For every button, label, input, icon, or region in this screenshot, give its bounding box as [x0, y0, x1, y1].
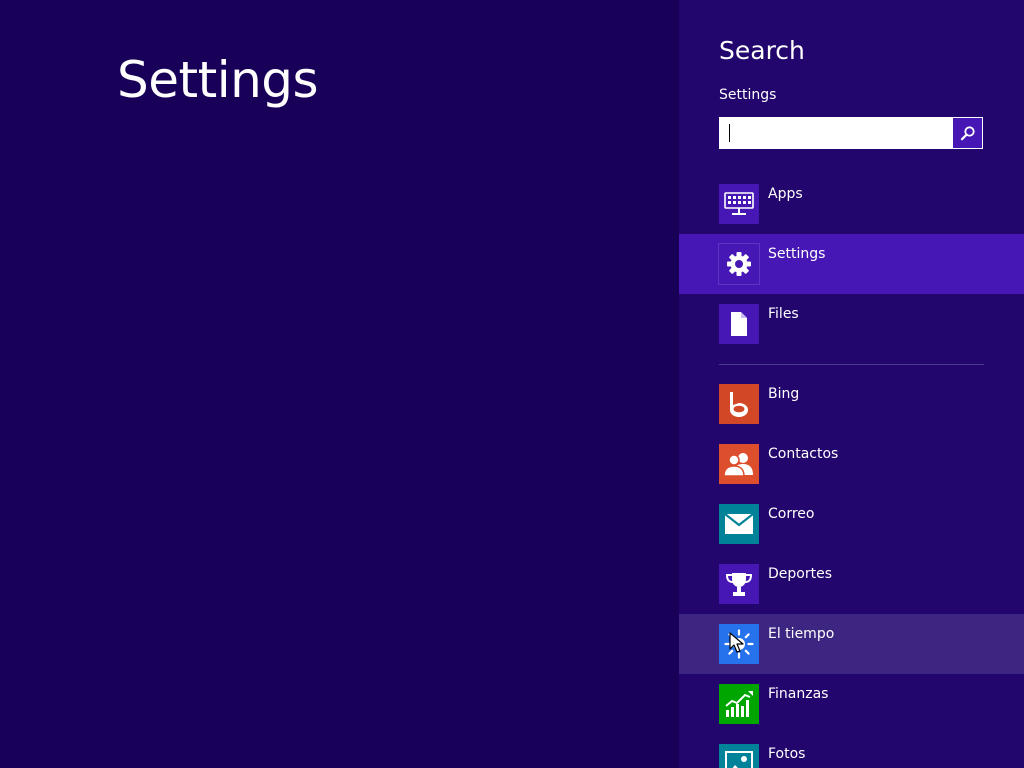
- finanzas-tile: [719, 684, 759, 724]
- search-app-label: Fotos: [768, 746, 806, 762]
- fotos-tile: [719, 744, 759, 768]
- search-box: [719, 117, 983, 149]
- trophy-icon: [725, 573, 753, 596]
- search-category-label: Settings: [768, 246, 826, 262]
- section-divider: [719, 364, 984, 365]
- search-app-contactos[interactable]: Contactos: [679, 434, 1024, 494]
- search-category-label: Apps: [768, 186, 803, 202]
- bing-icon: [730, 392, 748, 417]
- mail-icon: [724, 513, 754, 534]
- files-tile: [719, 304, 759, 344]
- search-charm-pane: Search Settings Apps Settings Files Bing…: [679, 0, 1024, 768]
- search-app-el-tiempo[interactable]: El tiempo: [679, 614, 1024, 674]
- bing-tile: [719, 384, 759, 424]
- search-app-label: Bing: [768, 386, 800, 402]
- search-app-label: Deportes: [768, 566, 832, 582]
- search-app-correo[interactable]: Correo: [679, 494, 1024, 554]
- chart-icon: [725, 691, 753, 717]
- search-app-bing[interactable]: Bing: [679, 374, 1024, 434]
- search-category-files[interactable]: Files: [679, 294, 1024, 354]
- deportes-tile: [719, 564, 759, 604]
- sun-icon: [724, 629, 754, 659]
- search-button[interactable]: [953, 118, 982, 148]
- file-icon: [731, 312, 747, 336]
- search-category-label: Files: [768, 306, 799, 322]
- search-input[interactable]: [720, 118, 954, 148]
- start-screen-background: Settings: [0, 0, 679, 768]
- search-category-apps[interactable]: Apps: [679, 174, 1024, 234]
- contactos-tile: [719, 444, 759, 484]
- page-title: Settings: [117, 51, 319, 109]
- search-app-label: Contactos: [768, 446, 839, 462]
- search-app-label: El tiempo: [768, 626, 835, 642]
- magnifier-icon: [960, 126, 975, 141]
- search-app-finanzas[interactable]: Finanzas: [679, 674, 1024, 734]
- apps-tile: [719, 184, 759, 224]
- people-icon: [723, 453, 753, 477]
- search-app-label: Finanzas: [768, 686, 829, 702]
- search-app-fotos[interactable]: Fotos: [679, 734, 1024, 768]
- search-app-label: Correo: [768, 506, 815, 522]
- photo-icon: [725, 751, 753, 768]
- search-app-deportes[interactable]: Deportes: [679, 554, 1024, 614]
- settings-tile: [718, 243, 760, 285]
- text-caret: [729, 124, 730, 142]
- el-tiempo-tile: [719, 624, 759, 664]
- search-category-settings[interactable]: Settings: [679, 234, 1024, 294]
- search-pane-title: Search: [719, 36, 805, 65]
- gear-icon: [727, 252, 751, 276]
- correo-tile: [719, 504, 759, 544]
- apps-icon: [724, 192, 754, 215]
- search-scope-label: Settings: [719, 87, 777, 103]
